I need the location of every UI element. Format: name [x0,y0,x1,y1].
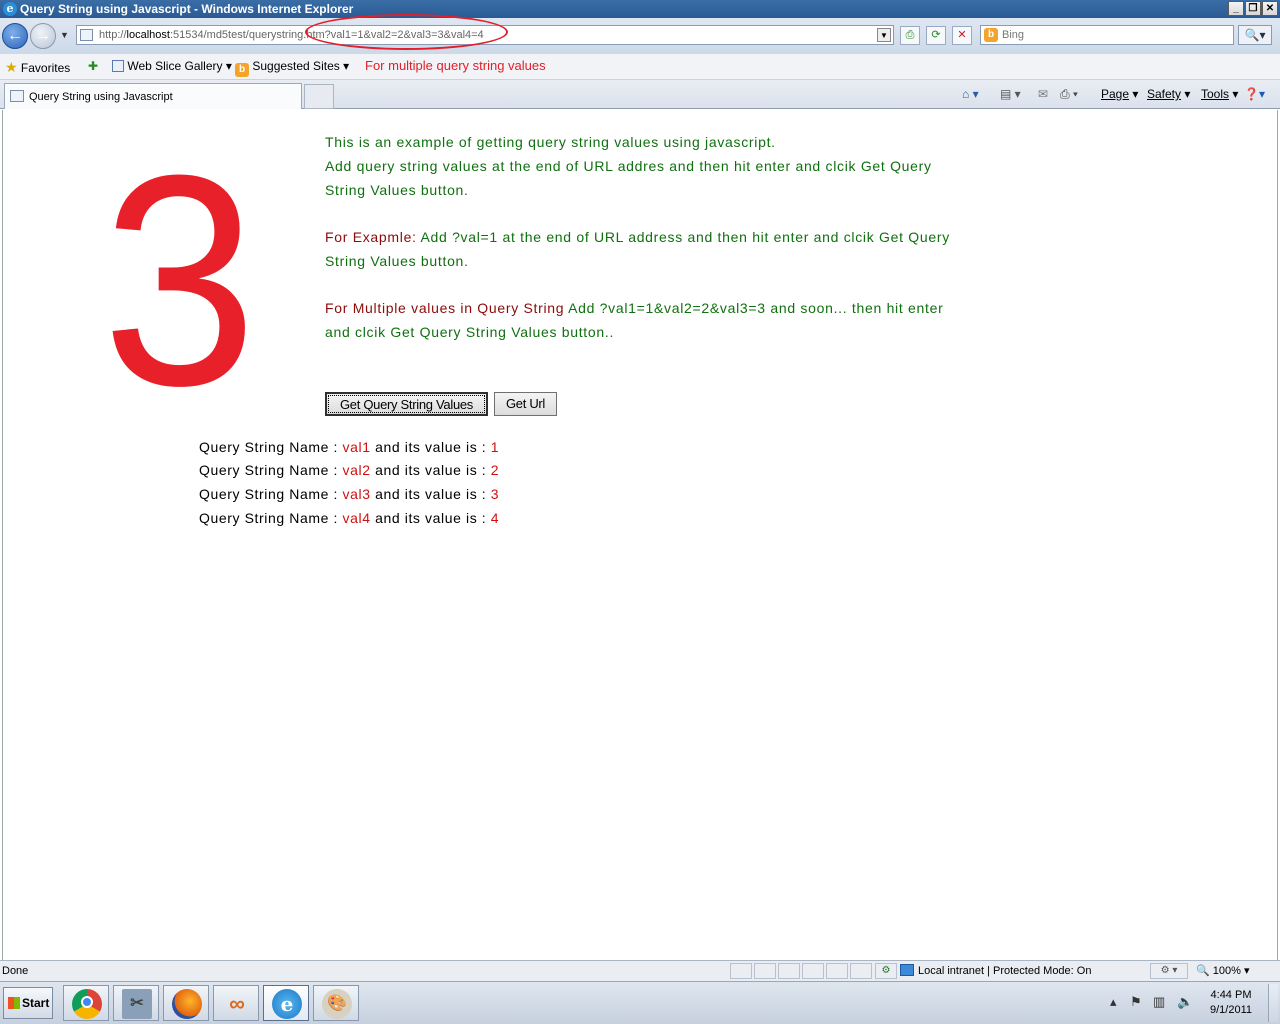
tools-taskbar-button[interactable]: ✂ [113,985,159,1021]
status-cell [730,963,752,979]
search-button[interactable]: 🔍▾ [1238,25,1272,45]
zoom-level[interactable]: 🔍 100% ▾ [1196,964,1249,977]
result-row: Query String Name : val1 and its value i… [199,439,500,455]
page-icon [80,29,93,41]
print-icon[interactable]: ⎙ ▾ [1060,87,1078,102]
tab-bar: Query String using Javascript ⌂ ▾ ▤ ▾ ✉ … [0,80,1280,109]
stop-icon[interactable]: ✕ [952,26,972,45]
search-input[interactable]: b Bing [980,25,1234,45]
show-hidden-icons[interactable]: ▴ [1110,994,1117,1010]
maximize-button[interactable]: ❐ [1245,1,1261,16]
status-cell [754,963,776,979]
safety-menu[interactable]: Safety ▾ [1147,87,1190,101]
annotation-text: For multiple query string values [365,58,546,73]
add-favorites-icon[interactable]: ✚ [88,59,98,73]
address-dropdown-icon[interactable]: ▼ [877,28,891,42]
status-text: Done [2,965,29,977]
security-zone[interactable]: Local intranet | Protected Mode: On [900,964,1091,977]
close-button[interactable]: ✕ [1262,1,1278,16]
intranet-icon [900,964,914,976]
popup-blocker-icon[interactable]: ⚙ [875,963,897,979]
web-slice-icon [112,60,124,72]
system-clock[interactable]: 4:44 PM 9/1/2011 [1200,988,1262,1018]
taskbar: Start ✂ ∞ e 🎨 ▴ ⚑ ▥ 🔈 4:44 PM 9/1/2011 [0,981,1280,1024]
window-title: Query String using Javascript - Windows … [20,2,354,16]
ie-icon: e [3,2,17,16]
result-row: Query String Name : val2 and its value i… [199,462,500,478]
status-bar: Done ⚙ Local intranet | Protected Mode: … [0,960,1280,981]
show-desktop-button[interactable] [1268,984,1278,1022]
tools-icon: ✂ [122,989,152,1019]
mail-icon[interactable]: ✉ [1038,87,1048,101]
chrome-taskbar-button[interactable] [63,985,109,1021]
visual-studio-taskbar-button[interactable]: ∞ [213,985,259,1021]
recent-pages-dropdown-icon[interactable]: ▼ [60,30,69,40]
get-query-string-values-button[interactable]: Get Query String Values [325,392,488,416]
title-bar: e Query String using Javascript - Window… [0,0,1280,18]
protected-mode-icon[interactable]: ⚙ ▾ [1150,963,1188,979]
favorites-bar: ★ Favorites ✚ Web Slice Gallery ▾ b Sugg… [0,54,1280,80]
tools-menu[interactable]: Tools ▾ [1201,87,1238,101]
web-slice-gallery-link[interactable]: Web Slice Gallery ▾ [112,59,232,73]
intro-text: This is an example of getting query stri… [325,134,932,198]
refresh-icon[interactable]: ⟳ [926,26,946,45]
action-center-flag-icon[interactable]: ⚑ [1130,994,1142,1010]
compatibility-view-icon[interactable]: ⎙ [900,26,920,45]
windows-flag-icon [8,997,20,1009]
step-number: 3 [102,112,257,448]
suggested-sites-link[interactable]: b Suggested Sites ▾ [235,59,349,77]
help-icon[interactable]: ❓▾ [1244,87,1265,101]
multiple-values-text: For Multiple values in Query String Add … [325,300,944,340]
status-cell [778,963,800,979]
network-icon[interactable]: ▥ [1153,994,1165,1010]
paint-taskbar-button[interactable]: 🎨 [313,985,359,1021]
tab-query-string[interactable]: Query String using Javascript [4,83,302,109]
home-icon[interactable]: ⌂ ▾ [962,87,979,101]
firefox-taskbar-button[interactable] [163,985,209,1021]
back-button[interactable]: ← [2,23,28,49]
get-url-button[interactable]: Get Url [494,392,557,416]
bing-icon: b [235,63,249,77]
new-tab-button[interactable] [304,84,334,109]
favorites-button[interactable]: ★ Favorites [5,59,70,76]
feeds-icon[interactable]: ▤ ▾ [1000,87,1021,101]
star-icon: ★ [5,59,18,75]
bing-icon: b [984,28,998,42]
internet-explorer-icon: e [272,989,302,1019]
status-cell [826,963,848,979]
firefox-icon [172,989,202,1019]
ie-taskbar-button[interactable]: e [263,985,309,1021]
forward-button[interactable]: → [30,23,56,49]
address-row: ← → ▼ http://localhost:51534/md5test/que… [0,18,1280,54]
visual-studio-icon: ∞ [229,991,245,1016]
status-cell [802,963,824,979]
example-text: For Exapmle: Add ?val=1 at the end of UR… [325,229,950,269]
paint-icon: 🎨 [322,989,352,1019]
annotation-circle [305,14,508,50]
start-button[interactable]: Start [3,987,53,1019]
page-icon [10,90,24,102]
result-row: Query String Name : val3 and its value i… [199,486,500,502]
chrome-icon [72,989,102,1019]
status-cell [850,963,872,979]
page-menu[interactable]: Page ▾ [1101,87,1138,101]
result-row: Query String Name : val4 and its value i… [199,510,500,526]
volume-muted-icon[interactable]: 🔈 [1177,994,1193,1010]
minimize-button[interactable]: _ [1228,1,1244,16]
